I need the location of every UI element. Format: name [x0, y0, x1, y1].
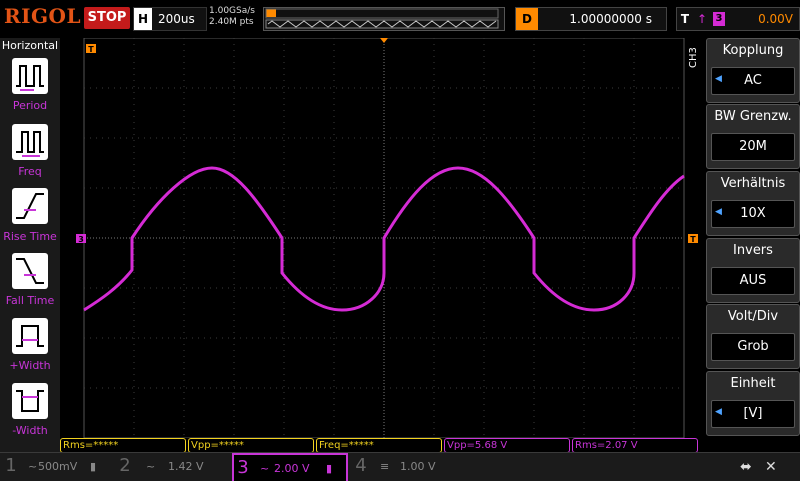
ch2-scale[interactable]: 1.42 V: [168, 460, 204, 473]
ac-coupling-icon: ~: [260, 462, 270, 475]
delay-value: 1.00000000 s: [569, 12, 652, 26]
menu-unit[interactable]: Einheit [V] ◀: [706, 371, 800, 436]
measurement-item[interactable]: Vpp=5.68 V: [444, 438, 570, 453]
timebase-key: H: [134, 8, 152, 30]
ch2-number[interactable]: 2: [116, 455, 134, 476]
dc-coupling-icon: ≡: [380, 460, 390, 473]
menu-bw-limit-value[interactable]: 20M: [711, 133, 795, 161]
menu-volt-div-value[interactable]: Grob: [711, 333, 795, 361]
menu-coupling-value[interactable]: AC: [711, 67, 795, 95]
menu-volt-div[interactable]: Volt/Div Grob: [706, 304, 800, 369]
fall-time-label: Fall Time: [5, 294, 55, 307]
trigger-level-marker[interactable]: T: [688, 234, 698, 244]
menu-volt-div-title: Volt/Div: [727, 309, 779, 324]
measurement-item[interactable]: Freq=*****: [316, 438, 442, 453]
pos-width-label: +Width: [9, 359, 51, 372]
neg-width-label: -Width: [12, 424, 48, 437]
memory-depth: 2.40M pts: [209, 17, 254, 27]
ch3-menu-panel: Kopplung AC ◀ BW Grenzw. 20M Verhältnis …: [700, 38, 800, 438]
ch1-number[interactable]: 1: [2, 455, 20, 476]
freq-icon: [16, 131, 44, 157]
ch3-number: 3: [237, 457, 249, 478]
fall-time-icon: [16, 258, 44, 284]
svg-text:T: T: [690, 235, 696, 244]
ch3-scale: 2.00 V: [274, 462, 310, 475]
bw-limit-icon: ▮: [90, 460, 97, 473]
bw-limit-icon: ▮: [326, 462, 333, 475]
graticule-and-trace: T 3 T: [76, 37, 698, 439]
menu-channel-label: CH3: [688, 47, 699, 68]
menu-invert-title: Invers: [733, 243, 773, 258]
menu-invert-value[interactable]: AUS: [711, 267, 795, 295]
ac-coupling-icon: ~: [146, 460, 156, 473]
ch4-number[interactable]: 4: [352, 455, 370, 476]
waveform-overview[interactable]: [263, 7, 505, 31]
period-icon: [16, 65, 44, 91]
period-button[interactable]: [12, 58, 48, 94]
measurement-item[interactable]: Vpp=*****: [188, 438, 314, 453]
neg-width-button[interactable]: [12, 383, 48, 419]
menu-probe-ratio-title: Verhältnis: [720, 176, 786, 191]
overview-trigger-marker: [266, 9, 276, 17]
waveform-display[interactable]: T 3 T: [60, 37, 700, 439]
horizontal-measure-panel: Horizontal Period Freq Rise Time Fall Ti…: [0, 38, 61, 452]
channel-status-bar: 1 ~ 500mV ▮ 2 ~ 1.42 V 3 ~ 2.00 V ▮ 4 ≡ …: [0, 452, 800, 481]
pos-width-icon: [16, 325, 44, 347]
measurement-item[interactable]: Rms=*****: [60, 438, 186, 453]
freq-label: Freq: [18, 165, 42, 178]
rise-time-button[interactable]: [12, 188, 48, 224]
menu-unit-value[interactable]: [V]: [711, 400, 795, 428]
ac-coupling-icon: ~: [28, 460, 38, 473]
svg-text:3: 3: [78, 235, 84, 244]
neg-width-icon: [16, 390, 44, 412]
fall-time-button[interactable]: [12, 253, 48, 289]
menu-invert[interactable]: Invers AUS: [706, 238, 800, 303]
svg-text:T: T: [88, 45, 94, 54]
trigger-key: T: [680, 12, 690, 26]
freq-button[interactable]: [12, 124, 48, 160]
menu-coupling[interactable]: Kopplung AC ◀: [706, 38, 800, 103]
period-label: Period: [12, 99, 48, 112]
delay-box[interactable]: D 1.00000000 s: [515, 7, 667, 31]
usb-icon: ⬌: [740, 459, 752, 475]
left-arrow-icon: ◀: [715, 207, 722, 217]
menu-bw-limit-title: BW Grenzw.: [714, 109, 792, 124]
menu-probe-ratio-value[interactable]: 10X: [711, 200, 795, 228]
left-arrow-icon: ◀: [715, 407, 722, 417]
timebase-value: 200us: [158, 12, 195, 26]
ch4-scale[interactable]: 1.00 V: [400, 460, 436, 473]
menu-coupling-title: Kopplung: [722, 43, 784, 58]
ch1-scale[interactable]: 500mV: [38, 460, 77, 473]
mute-icon[interactable]: ✕: [765, 459, 777, 475]
delay-key: D: [516, 8, 538, 30]
run-stop-indicator[interactable]: STOP: [84, 7, 130, 29]
trigger-level-value: 0.00V: [758, 12, 793, 26]
measurement-item[interactable]: Rms=2.07 V: [572, 438, 698, 453]
pos-width-button[interactable]: [12, 318, 48, 354]
left-arrow-icon: ◀: [715, 74, 722, 84]
overview-waveform-graphic: [265, 8, 499, 29]
menu-probe-ratio[interactable]: Verhältnis 10X ◀: [706, 171, 800, 236]
top-status-bar: RIGOL STOP H 200us 1.00GSa/s 2.40M pts D…: [0, 0, 800, 38]
acquisition-info: 1.00GSa/s 2.40M pts: [209, 6, 261, 28]
timebase-box[interactable]: H 200us: [133, 7, 207, 31]
rise-time-icon: [16, 193, 44, 219]
menu-bw-limit[interactable]: BW Grenzw. 20M: [706, 104, 800, 169]
trigger-source-badge: 3: [713, 12, 725, 26]
trigger-position-marker[interactable]: T: [86, 44, 96, 54]
ch3-ground-marker[interactable]: 3: [76, 234, 86, 244]
sample-rate: 1.00GSa/s: [209, 6, 255, 16]
menu-unit-title: Einheit: [730, 376, 776, 391]
rise-time-label: Rise Time: [3, 230, 57, 243]
measurement-bar: Rms=***** Vpp=***** Freq=***** Vpp=5.68 …: [60, 438, 700, 453]
rising-edge-icon: ↑: [697, 12, 708, 26]
rigol-logo: RIGOL: [4, 4, 82, 28]
panel-title: Horizontal: [1, 39, 59, 52]
trigger-box[interactable]: T ↑ 3 0.00V: [676, 7, 800, 31]
ch3-active-tab[interactable]: 3 ~ 2.00 V ▮: [232, 453, 348, 481]
